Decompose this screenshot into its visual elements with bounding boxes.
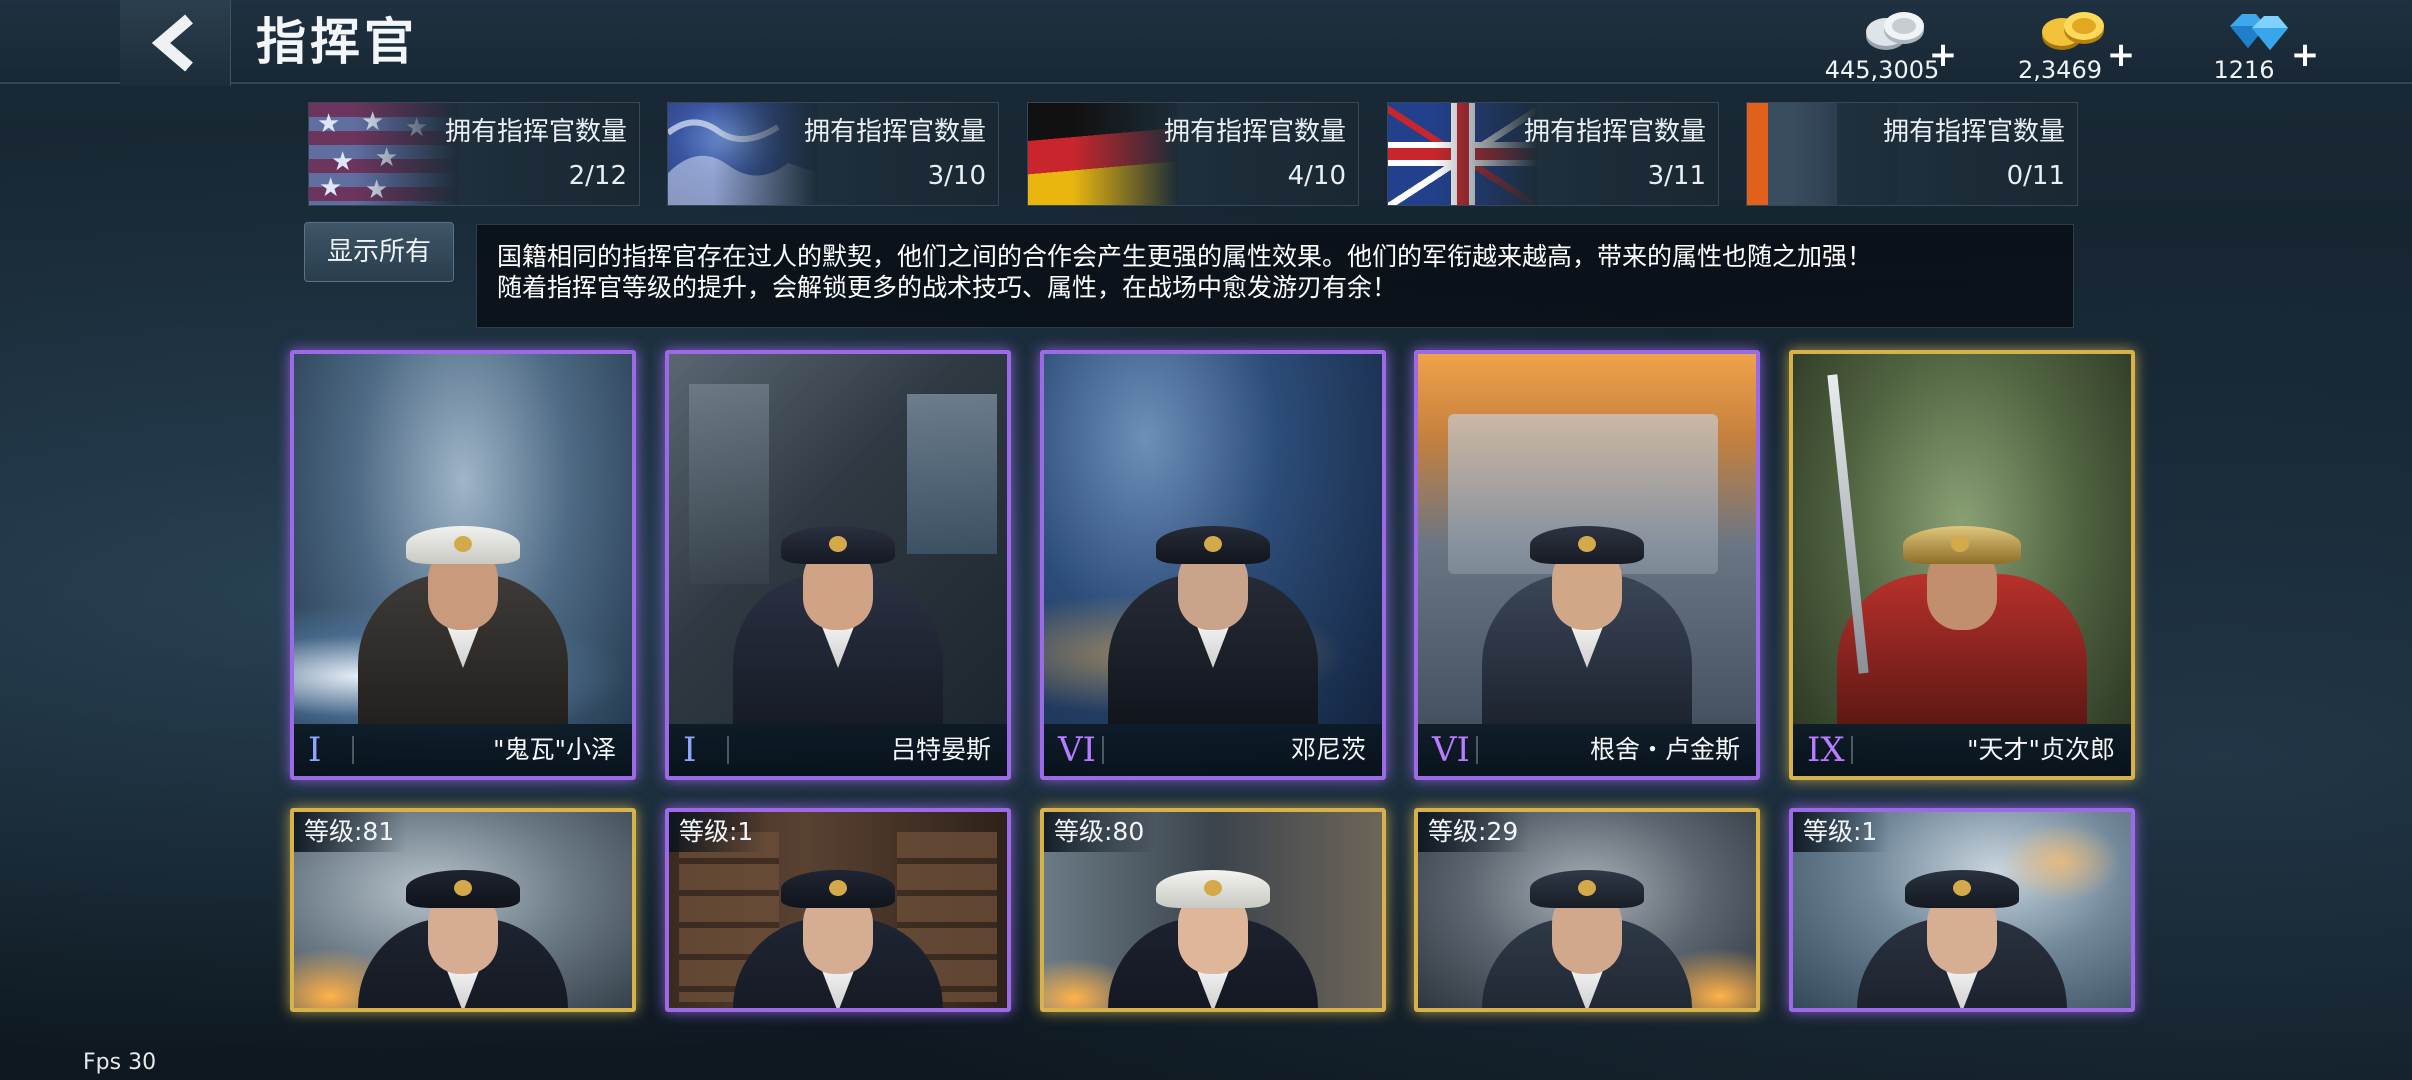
rank-divider: [1102, 736, 1104, 764]
commander-card[interactable]: 等级:1: [1789, 808, 2135, 1012]
nation-tab-japan[interactable]: 拥有指挥官数量 3/10: [667, 102, 999, 206]
silver-currency: 445,3005 +: [1822, 4, 1962, 84]
gold-amount: 2,3469: [2018, 56, 2102, 84]
japan-flag-icon: [668, 103, 818, 205]
germany-flag-icon: [1028, 103, 1178, 205]
commander-card[interactable]: VI 根舍・卢金斯: [1414, 350, 1760, 780]
nation-tab-usa[interactable]: ★ ★ ★ ★ ★ ★ ★ 拥有指挥官数量 2/12: [308, 102, 640, 206]
page-title: 指挥官: [256, 13, 418, 71]
top-bar: 指挥官 445,3005 + 2,3469 + 1216 +: [0, 0, 2412, 86]
commander-portrait: [669, 354, 1007, 776]
silver-amount: 445,3005: [1824, 56, 1940, 84]
commander-card[interactable]: IX "天才"贞次郎: [1789, 350, 2135, 780]
tab-count: 3/11: [1647, 161, 1706, 191]
nation-tab-germany[interactable]: 拥有指挥官数量 4/10: [1027, 102, 1359, 206]
tab-label: 拥有指挥官数量: [1882, 117, 2065, 147]
commander-level: 等级:80: [1044, 812, 1157, 852]
commander-card[interactable]: 等级:81: [290, 808, 636, 1012]
diamonds-icon: [2230, 14, 2288, 50]
tab-label: 拥有指挥官数量: [1523, 117, 1706, 147]
add-gold-button[interactable]: +: [2106, 38, 2136, 72]
uk-flag-icon: [1388, 103, 1538, 205]
gold-coins-icon: [2042, 12, 2104, 50]
other-nation-flag-icon: [1747, 103, 1897, 205]
commander-nameplate: I "鬼瓦"小泽: [294, 724, 632, 776]
commander-card[interactable]: 等级:80: [1040, 808, 1386, 1012]
commander-card[interactable]: I "鬼瓦"小泽: [290, 350, 636, 780]
commander-level: 等级:1: [1793, 812, 1890, 852]
commander-nameplate: VI 根舍・卢金斯: [1418, 724, 1756, 776]
rank-numeral: I: [683, 730, 697, 770]
commander-portrait: [1044, 354, 1382, 776]
commander-name: "天才"贞次郎: [1967, 735, 2115, 764]
add-silver-button[interactable]: +: [1928, 38, 1958, 72]
commander-level: 等级:1: [669, 812, 766, 852]
tab-count: 3/10: [927, 161, 986, 191]
rank-numeral: VI: [1432, 730, 1470, 770]
back-button[interactable]: [120, 0, 231, 86]
commander-level: 等级:29: [1418, 812, 1531, 852]
diamond-amount: 1216: [2213, 56, 2275, 84]
tab-count: 2/12: [568, 161, 627, 191]
commander-card[interactable]: 等级:29: [1414, 808, 1760, 1012]
commander-name: 邓尼茨: [1290, 735, 1366, 764]
tab-count: 0/11: [2006, 161, 2065, 191]
tab-label: 拥有指挥官数量: [1163, 117, 1346, 147]
tab-count: 4/10: [1287, 161, 1346, 191]
diamond-currency: 1216 +: [2184, 4, 2324, 84]
rank-divider: [352, 736, 354, 764]
synergy-description: 国籍相同的指挥官存在过人的默契，他们之间的合作会产生更强的属性效果。他们的军衔越…: [476, 224, 2074, 328]
commander-portrait: [1793, 354, 2131, 776]
rank-divider: [1476, 736, 1478, 764]
commander-name: "鬼瓦"小泽: [493, 735, 616, 764]
description-line-2: 随着指挥官等级的提升，会解锁更多的战术技巧、属性，在战场中愈发游刃有余！: [497, 273, 1398, 302]
rank-numeral: IX: [1807, 730, 1845, 770]
tab-label: 拥有指挥官数量: [803, 117, 986, 147]
fps-counter: Fps 30: [83, 1050, 157, 1075]
commander-screen: 指挥官 445,3005 + 2,3469 + 1216 + ★ ★ ★ ★ ★…: [0, 0, 2412, 1080]
commander-nameplate: I 吕特晏斯: [669, 724, 1007, 776]
commander-level: 等级:81: [294, 812, 407, 852]
commander-name: 吕特晏斯: [890, 735, 991, 764]
description-line-1: 国籍相同的指挥官存在过人的默契，他们之间的合作会产生更强的属性效果。他们的军衔越…: [497, 242, 1873, 271]
commander-card[interactable]: 等级:1: [665, 808, 1011, 1012]
commander-nameplate: VI 邓尼茨: [1044, 724, 1382, 776]
commander-name: 根舍・卢金斯: [1589, 735, 1740, 764]
nation-tab-uk[interactable]: 拥有指挥官数量 3/11: [1387, 102, 1719, 206]
silver-coins-icon: [1866, 12, 1924, 50]
chevron-left-icon: [151, 14, 193, 72]
rank-numeral: VI: [1058, 730, 1096, 770]
add-diamond-button[interactable]: +: [2290, 38, 2320, 72]
commander-portrait: [294, 354, 632, 776]
usa-flag-icon: ★ ★ ★ ★ ★ ★ ★: [309, 103, 459, 205]
commander-card[interactable]: VI 邓尼茨: [1040, 350, 1386, 780]
tab-label: 拥有指挥官数量: [444, 117, 627, 147]
rank-numeral: I: [308, 730, 322, 770]
commander-portrait: [1418, 354, 1756, 776]
show-all-button[interactable]: 显示所有: [304, 222, 454, 282]
nation-tab-other[interactable]: 拥有指挥官数量 0/11: [1746, 102, 2078, 206]
rank-divider: [1851, 736, 1853, 764]
commander-nameplate: IX "天才"贞次郎: [1793, 724, 2131, 776]
gold-currency: 2,3469 +: [2000, 4, 2140, 84]
commander-card[interactable]: I 吕特晏斯: [665, 350, 1011, 780]
rank-divider: [727, 736, 729, 764]
